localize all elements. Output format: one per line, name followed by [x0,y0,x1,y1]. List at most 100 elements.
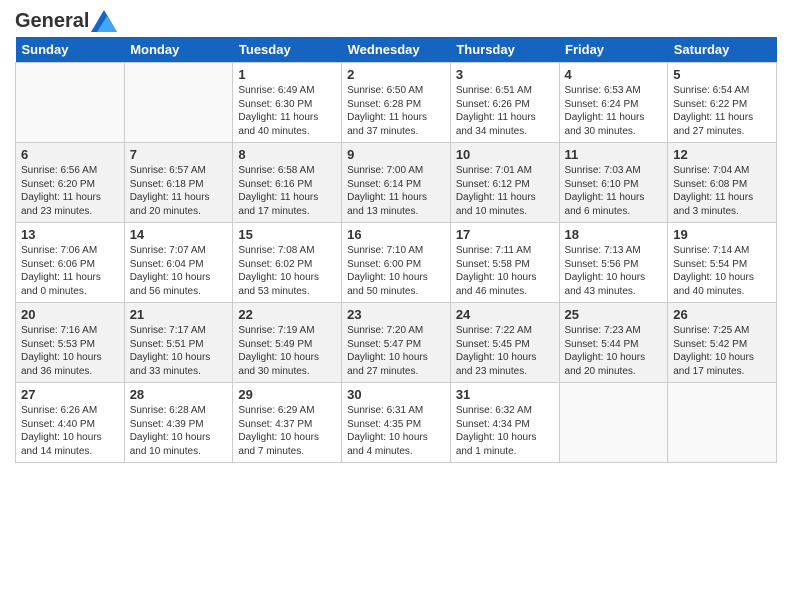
day-cell: 18Sunrise: 7:13 AM Sunset: 5:56 PM Dayli… [559,223,668,303]
day-cell: 22 Sunrise: 7:19 AM Sunset: 5:49 PM Dayli… [233,303,342,383]
day-cell [16,63,125,143]
day-number: 8 [238,147,336,162]
day-cell: 24 Sunrise: 7:22 AM Sunset: 5:45 PM Dayli… [450,303,559,383]
day-info: Sunrise: 7:22 AM Sunset: 5:45 PM Dayligh… [456,324,554,378]
day-number: 11 [565,147,663,162]
day-info: Sunrise: 6:32 AM Sunset: 4:34 PM Dayligh… [456,404,554,458]
day-info: Sunrise: 7:20 AM Sunset: 5:47 PM Dayligh… [347,324,445,378]
day-info: Sunrise: 6:57 AM Sunset: 6:18 PM Dayligh… [130,164,228,218]
day-cell: 10Sunrise: 7:01 AM Sunset: 6:12 PM Dayli… [450,143,559,223]
day-number: 21 [130,307,228,322]
day-number: 16 [347,227,445,242]
day-info: Sunrise: 7:08 AM Sunset: 6:02 PM Dayligh… [238,244,336,298]
page: General SundayMondayTuesdayWednesdayThur… [0,0,792,478]
col-header-sunday: Sunday [16,37,125,63]
day-number: 17 [456,227,554,242]
day-info: Sunrise: 7:19 AM Sunset: 5:49 PM Dayligh… [238,324,336,378]
day-info: Sunrise: 7:17 AM Sunset: 5:51 PM Dayligh… [130,324,228,378]
day-number: 14 [130,227,228,242]
day-number: 22 [238,307,336,322]
day-info: Sunrise: 7:01 AM Sunset: 6:12 PM Dayligh… [456,164,554,218]
day-number: 26 [673,307,771,322]
day-info: Sunrise: 6:49 AM Sunset: 6:30 PM Dayligh… [238,84,336,138]
day-info: Sunrise: 6:54 AM Sunset: 6:22 PM Dayligh… [673,84,771,138]
day-number: 1 [238,67,336,82]
day-cell: 17 Sunrise: 7:11 AM Sunset: 5:58 PM Dayli… [450,223,559,303]
day-cell: 27 Sunrise: 6:26 AM Sunset: 4:40 PM Dayli… [16,383,125,463]
logo-icon [91,10,117,32]
day-info: Sunrise: 7:10 AM Sunset: 6:00 PM Dayligh… [347,244,445,298]
day-cell: 7 Sunrise: 6:57 AM Sunset: 6:18 PM Daylig… [124,143,233,223]
day-info: Sunrise: 6:50 AM Sunset: 6:28 PM Dayligh… [347,84,445,138]
day-number: 31 [456,387,554,402]
day-cell: 16 Sunrise: 7:10 AM Sunset: 6:00 PM Dayli… [342,223,451,303]
week-row-4: 20 Sunrise: 7:16 AM Sunset: 5:53 PM Dayli… [16,303,777,383]
day-info: Sunrise: 7:11 AM Sunset: 5:58 PM Dayligh… [456,244,554,298]
day-info: Sunrise: 6:53 AM Sunset: 6:24 PM Dayligh… [565,84,663,138]
day-number: 5 [673,67,771,82]
day-cell: 14 Sunrise: 7:07 AM Sunset: 6:04 PM Dayli… [124,223,233,303]
day-info: Sunrise: 6:56 AM Sunset: 6:20 PM Dayligh… [21,164,119,218]
day-info: Sunrise: 7:07 AM Sunset: 6:04 PM Dayligh… [130,244,228,298]
day-info: Sunrise: 6:31 AM Sunset: 4:35 PM Dayligh… [347,404,445,458]
logo: General [15,10,117,29]
day-cell: 19 Sunrise: 7:14 AM Sunset: 5:54 PM Dayli… [668,223,777,303]
col-header-monday: Monday [124,37,233,63]
day-cell: 12 Sunrise: 7:04 AM Sunset: 6:08 PM Dayli… [668,143,777,223]
week-row-1: 1 Sunrise: 6:49 AM Sunset: 6:30 PM Daylig… [16,63,777,143]
col-header-thursday: Thursday [450,37,559,63]
day-number: 15 [238,227,336,242]
day-cell: 28Sunrise: 6:28 AM Sunset: 4:39 PM Dayli… [124,383,233,463]
day-cell: 2Sunrise: 6:50 AM Sunset: 6:28 PM Daylig… [342,63,451,143]
day-number: 20 [21,307,119,322]
calendar-table: SundayMondayTuesdayWednesdayThursdayFrid… [15,37,777,463]
week-row-2: 6 Sunrise: 6:56 AM Sunset: 6:20 PM Daylig… [16,143,777,223]
day-cell: 30 Sunrise: 6:31 AM Sunset: 4:35 PM Dayli… [342,383,451,463]
day-cell: 11Sunrise: 7:03 AM Sunset: 6:10 PM Dayli… [559,143,668,223]
day-number: 13 [21,227,119,242]
day-info: Sunrise: 6:26 AM Sunset: 4:40 PM Dayligh… [21,404,119,458]
day-info: Sunrise: 7:23 AM Sunset: 5:44 PM Dayligh… [565,324,663,378]
day-cell: 3 Sunrise: 6:51 AM Sunset: 6:26 PM Daylig… [450,63,559,143]
day-cell: 1 Sunrise: 6:49 AM Sunset: 6:30 PM Daylig… [233,63,342,143]
day-cell: 13Sunrise: 7:06 AM Sunset: 6:06 PM Dayli… [16,223,125,303]
day-cell: 21 Sunrise: 7:17 AM Sunset: 5:51 PM Dayli… [124,303,233,383]
header-row: SundayMondayTuesdayWednesdayThursdayFrid… [16,37,777,63]
day-cell: 15 Sunrise: 7:08 AM Sunset: 6:02 PM Dayli… [233,223,342,303]
day-number: 28 [130,387,228,402]
day-info: Sunrise: 7:14 AM Sunset: 5:54 PM Dayligh… [673,244,771,298]
day-info: Sunrise: 7:13 AM Sunset: 5:56 PM Dayligh… [565,244,663,298]
day-number: 6 [21,147,119,162]
day-info: Sunrise: 7:25 AM Sunset: 5:42 PM Dayligh… [673,324,771,378]
day-number: 30 [347,387,445,402]
day-cell [124,63,233,143]
day-info: Sunrise: 7:00 AM Sunset: 6:14 PM Dayligh… [347,164,445,218]
day-cell: 9 Sunrise: 7:00 AM Sunset: 6:14 PM Daylig… [342,143,451,223]
col-header-saturday: Saturday [668,37,777,63]
day-info: Sunrise: 7:16 AM Sunset: 5:53 PM Dayligh… [21,324,119,378]
day-number: 24 [456,307,554,322]
day-number: 9 [347,147,445,162]
day-cell: 23 Sunrise: 7:20 AM Sunset: 5:47 PM Dayli… [342,303,451,383]
day-number: 12 [673,147,771,162]
day-cell: 25Sunrise: 7:23 AM Sunset: 5:44 PM Dayli… [559,303,668,383]
day-cell: 20 Sunrise: 7:16 AM Sunset: 5:53 PM Dayli… [16,303,125,383]
day-cell [559,383,668,463]
col-header-tuesday: Tuesday [233,37,342,63]
week-row-5: 27 Sunrise: 6:26 AM Sunset: 4:40 PM Dayli… [16,383,777,463]
day-info: Sunrise: 6:29 AM Sunset: 4:37 PM Dayligh… [238,404,336,458]
day-cell: 26 Sunrise: 7:25 AM Sunset: 5:42 PM Dayli… [668,303,777,383]
day-info: Sunrise: 6:51 AM Sunset: 6:26 PM Dayligh… [456,84,554,138]
day-cell: 4 Sunrise: 6:53 AM Sunset: 6:24 PM Daylig… [559,63,668,143]
day-number: 23 [347,307,445,322]
day-number: 3 [456,67,554,82]
day-number: 27 [21,387,119,402]
day-number: 29 [238,387,336,402]
day-cell: 8Sunrise: 6:58 AM Sunset: 6:16 PM Daylig… [233,143,342,223]
day-number: 19 [673,227,771,242]
day-number: 4 [565,67,663,82]
day-info: Sunrise: 7:04 AM Sunset: 6:08 PM Dayligh… [673,164,771,218]
logo-text: General [15,10,89,33]
day-number: 7 [130,147,228,162]
day-cell: 31 Sunrise: 6:32 AM Sunset: 4:34 PM Dayli… [450,383,559,463]
